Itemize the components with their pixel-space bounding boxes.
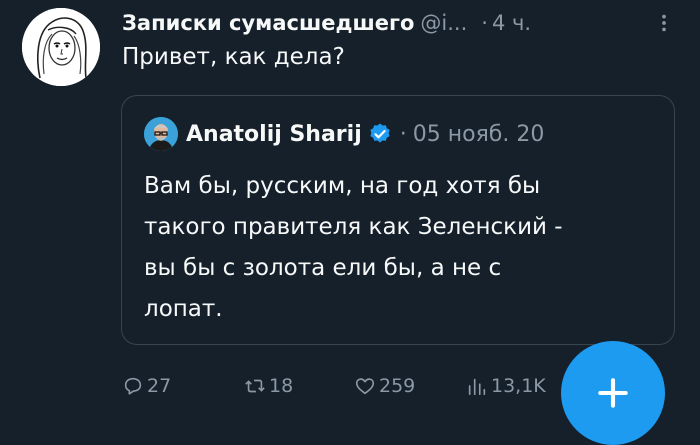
like-count: 259 — [379, 375, 416, 397]
author-avatar[interactable] — [22, 8, 100, 86]
separator-dot: · — [399, 121, 407, 147]
quoted-tweet-text: Вам бы, русским, на год хотя бы такого п… — [144, 166, 664, 330]
sketch-portrait-icon — [22, 8, 100, 86]
quoted-text-line: такого правителя как Зеленский - — [144, 214, 563, 240]
heart-icon — [355, 378, 375, 395]
author-name[interactable]: Записки сумасшедшего — [122, 11, 414, 35]
more-options-button[interactable] — [652, 10, 676, 36]
quoted-text-line: Вам бы, русским, на год хотя бы — [144, 173, 541, 199]
plus-icon — [598, 378, 628, 408]
quoted-text-line: лопат. — [144, 296, 223, 322]
reply-icon — [124, 377, 142, 395]
compose-tweet-button[interactable] — [561, 341, 665, 445]
views-bar-chart-icon — [468, 378, 486, 396]
verified-badge-icon — [370, 123, 390, 143]
more-vertical-icon — [662, 14, 666, 32]
tweet-time[interactable]: 4 ч. — [492, 11, 531, 35]
reply-button[interactable]: 27 — [122, 370, 171, 402]
views-count: 13,1K — [491, 375, 546, 397]
quoted-author-avatar[interactable] — [144, 117, 178, 151]
separator-dot: · — [481, 11, 488, 35]
quoted-author-name[interactable]: Anatolij Sharij — [186, 122, 362, 147]
tweet-text: Привет, как дела? — [122, 44, 345, 70]
quoted-tweet-header: Anatolij Sharij · 05 нояб. 20 — [144, 116, 544, 152]
portrait-avatar-icon — [144, 117, 178, 151]
author-handle[interactable]: @i... — [420, 11, 467, 35]
quoted-tweet-date[interactable]: 05 нояб. 20 — [413, 122, 545, 147]
reply-count: 27 — [147, 375, 172, 397]
views-button[interactable]: 13,1K — [466, 370, 546, 402]
retweet-icon — [245, 379, 265, 393]
retweet-button[interactable]: 18 — [244, 370, 293, 402]
quoted-tweet[interactable]: Anatolij Sharij · 05 нояб. 20 Вам бы, ру… — [121, 95, 675, 345]
quoted-text-line: вы бы с золота ели бы, а не с — [144, 255, 502, 281]
tweet-header: Записки сумасшедшего @i... · 4 ч. — [122, 6, 676, 40]
retweet-count: 18 — [269, 375, 294, 397]
like-button[interactable]: 259 — [354, 370, 415, 402]
